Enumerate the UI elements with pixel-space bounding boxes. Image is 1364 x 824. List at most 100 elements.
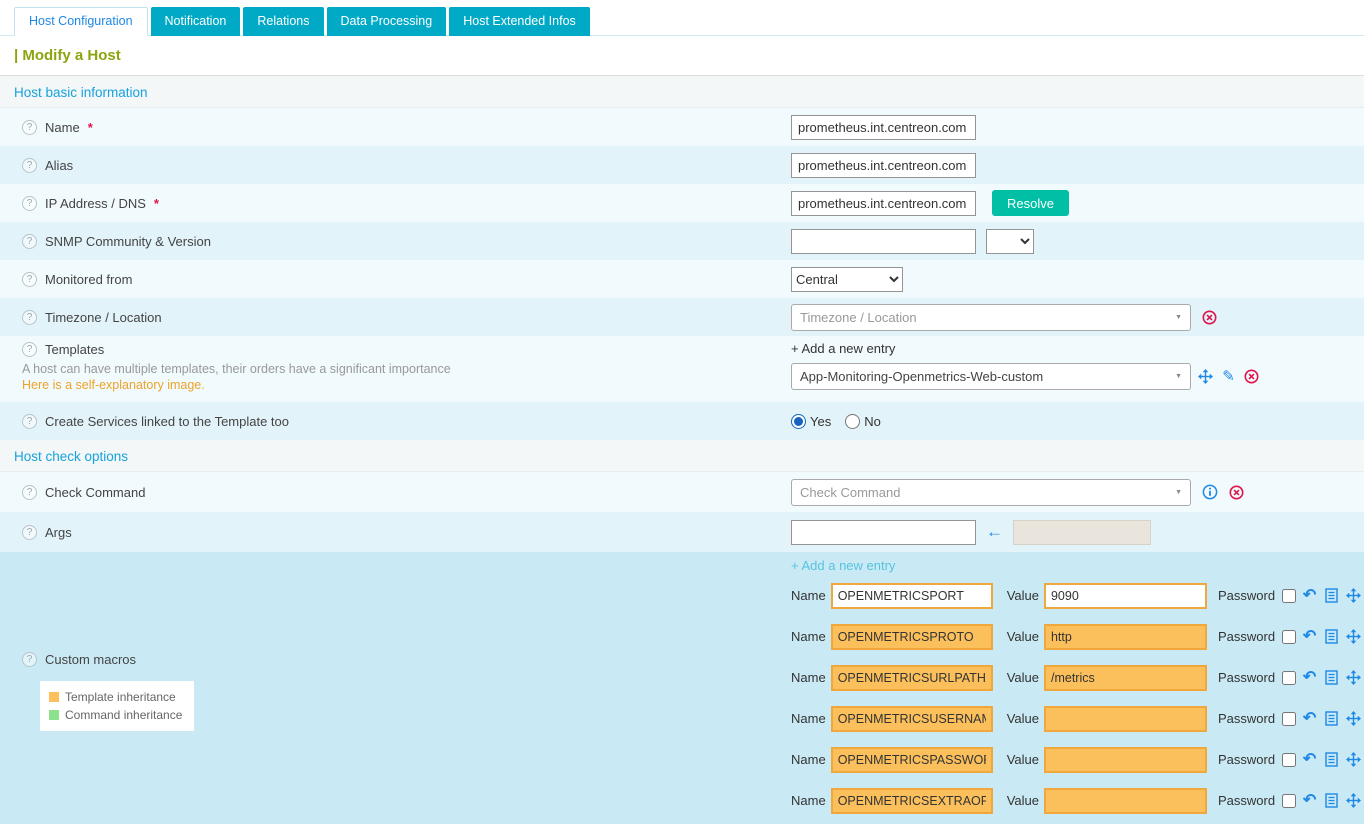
description-icon[interactable] bbox=[1323, 628, 1340, 645]
macro-password-label: Password bbox=[1218, 752, 1275, 767]
help-icon[interactable]: ? bbox=[22, 158, 37, 173]
macro-name-input[interactable] bbox=[831, 706, 993, 732]
templates-help-link[interactable]: Here is a self-explanatory image. bbox=[22, 378, 205, 392]
create-services-no-option[interactable]: No bbox=[845, 414, 881, 429]
undo-icon[interactable]: ↶ bbox=[1301, 751, 1318, 768]
macro-value-input[interactable] bbox=[1044, 747, 1207, 773]
tab-relations[interactable]: Relations bbox=[243, 7, 323, 36]
macro-password-checkbox[interactable] bbox=[1282, 753, 1296, 767]
description-icon[interactable] bbox=[1323, 751, 1340, 768]
template-select[interactable]: App-Monitoring-Openmetrics-Web-custom ▼ bbox=[791, 363, 1191, 390]
create-services-yes-radio[interactable] bbox=[791, 414, 806, 429]
macro-row: Name Value Password ↶ bbox=[791, 698, 1364, 739]
edit-icon[interactable]: ✎ bbox=[1220, 368, 1237, 385]
snmp-community-input[interactable] bbox=[791, 229, 976, 254]
add-macro-entry-link[interactable]: + Add a new entry bbox=[791, 558, 895, 573]
macro-password-checkbox[interactable] bbox=[1282, 671, 1296, 685]
help-icon[interactable]: ? bbox=[22, 120, 37, 135]
macro-value-input[interactable] bbox=[1044, 583, 1207, 609]
move-icon[interactable] bbox=[1345, 792, 1362, 809]
help-icon[interactable]: ? bbox=[22, 525, 37, 540]
timezone-label: Timezone / Location bbox=[45, 310, 162, 325]
undo-icon[interactable]: ↶ bbox=[1301, 792, 1318, 809]
tab-host-configuration[interactable]: Host Configuration bbox=[14, 7, 148, 36]
info-icon[interactable] bbox=[1201, 484, 1218, 501]
undo-icon[interactable]: ↶ bbox=[1301, 710, 1318, 727]
args-input[interactable] bbox=[791, 520, 976, 545]
snmp-version-select[interactable] bbox=[986, 229, 1034, 254]
create-services-yes-option[interactable]: Yes bbox=[791, 414, 831, 429]
undo-icon[interactable]: ↶ bbox=[1301, 669, 1318, 686]
tab-bar: Host Configuration Notification Relation… bbox=[0, 0, 1364, 36]
description-icon[interactable] bbox=[1323, 587, 1340, 604]
move-icon[interactable] bbox=[1345, 587, 1362, 604]
move-icon[interactable] bbox=[1345, 669, 1362, 686]
macro-row: Name Value Password ↶ bbox=[791, 739, 1364, 780]
alias-input[interactable] bbox=[791, 153, 976, 178]
check-command-select[interactable]: Check Command ▼ bbox=[791, 479, 1191, 506]
arrow-left-icon[interactable]: ← bbox=[986, 522, 1003, 542]
delete-icon[interactable] bbox=[1243, 368, 1260, 385]
move-icon[interactable] bbox=[1197, 368, 1214, 385]
clear-check-command-icon[interactable] bbox=[1228, 484, 1245, 501]
tab-data-processing[interactable]: Data Processing bbox=[327, 7, 447, 36]
help-icon[interactable]: ? bbox=[22, 414, 37, 429]
required-mark: * bbox=[154, 196, 159, 211]
description-icon[interactable] bbox=[1323, 669, 1340, 686]
macro-value-input[interactable] bbox=[1044, 706, 1207, 732]
macro-name-label: Name bbox=[791, 629, 826, 644]
macro-value-input[interactable] bbox=[1044, 624, 1207, 650]
macro-password-checkbox[interactable] bbox=[1282, 794, 1296, 808]
macro-row: Name Value Password ↶ bbox=[791, 616, 1364, 657]
args-linked-input bbox=[1013, 520, 1151, 545]
macro-name-input[interactable] bbox=[831, 747, 993, 773]
macro-value-input[interactable] bbox=[1044, 665, 1207, 691]
macro-password-checkbox[interactable] bbox=[1282, 589, 1296, 603]
section-title: Host check options bbox=[14, 449, 128, 464]
row-ip-address: ? IP Address / DNS * Resolve bbox=[0, 184, 1364, 222]
macro-name-input[interactable] bbox=[831, 788, 993, 814]
undo-icon[interactable]: ↶ bbox=[1301, 628, 1318, 645]
help-icon[interactable]: ? bbox=[22, 196, 37, 211]
row-monitored-from: ? Monitored from Central bbox=[0, 260, 1364, 298]
custom-macros-label: Custom macros bbox=[45, 652, 136, 667]
move-icon[interactable] bbox=[1345, 751, 1362, 768]
macro-password-checkbox[interactable] bbox=[1282, 712, 1296, 726]
macro-name-input[interactable] bbox=[831, 665, 993, 691]
move-icon[interactable] bbox=[1345, 628, 1362, 645]
add-template-entry-link[interactable]: + Add a new entry bbox=[791, 341, 895, 356]
help-icon[interactable]: ? bbox=[22, 272, 37, 287]
chevron-down-icon: ▼ bbox=[1175, 314, 1182, 321]
timezone-select[interactable]: Timezone / Location ▼ bbox=[791, 304, 1191, 331]
monitored-from-select[interactable]: Central bbox=[791, 267, 903, 292]
page-title: | Modify a Host bbox=[14, 47, 121, 64]
resolve-button[interactable]: Resolve bbox=[992, 190, 1069, 216]
tab-host-extended-infos[interactable]: Host Extended Infos bbox=[449, 7, 590, 36]
description-icon[interactable] bbox=[1323, 792, 1340, 809]
macro-password-checkbox[interactable] bbox=[1282, 630, 1296, 644]
required-mark: * bbox=[88, 120, 93, 135]
help-icon[interactable]: ? bbox=[22, 652, 37, 667]
tab-notification[interactable]: Notification bbox=[151, 7, 241, 36]
description-icon[interactable] bbox=[1323, 710, 1340, 727]
macro-legend: Template inheritance Command inheritance bbox=[40, 681, 194, 731]
move-icon[interactable] bbox=[1345, 710, 1362, 727]
undo-icon[interactable]: ↶ bbox=[1301, 587, 1318, 604]
ip-label: IP Address / DNS bbox=[45, 196, 146, 211]
macro-password-label: Password bbox=[1218, 711, 1275, 726]
macro-name-label: Name bbox=[791, 588, 826, 603]
macro-name-input[interactable] bbox=[831, 583, 993, 609]
macro-password-label: Password bbox=[1218, 629, 1275, 644]
help-icon[interactable]: ? bbox=[22, 310, 37, 325]
ip-input[interactable] bbox=[791, 191, 976, 216]
help-icon[interactable]: ? bbox=[22, 342, 37, 357]
macro-value-input[interactable] bbox=[1044, 788, 1207, 814]
name-input[interactable] bbox=[791, 115, 976, 140]
help-icon[interactable]: ? bbox=[22, 234, 37, 249]
clear-timezone-icon[interactable] bbox=[1201, 309, 1218, 326]
create-services-no-radio[interactable] bbox=[845, 414, 860, 429]
check-command-label: Check Command bbox=[45, 485, 145, 500]
help-icon[interactable]: ? bbox=[22, 485, 37, 500]
macro-name-input[interactable] bbox=[831, 624, 993, 650]
create-services-label: Create Services linked to the Template t… bbox=[45, 414, 289, 429]
